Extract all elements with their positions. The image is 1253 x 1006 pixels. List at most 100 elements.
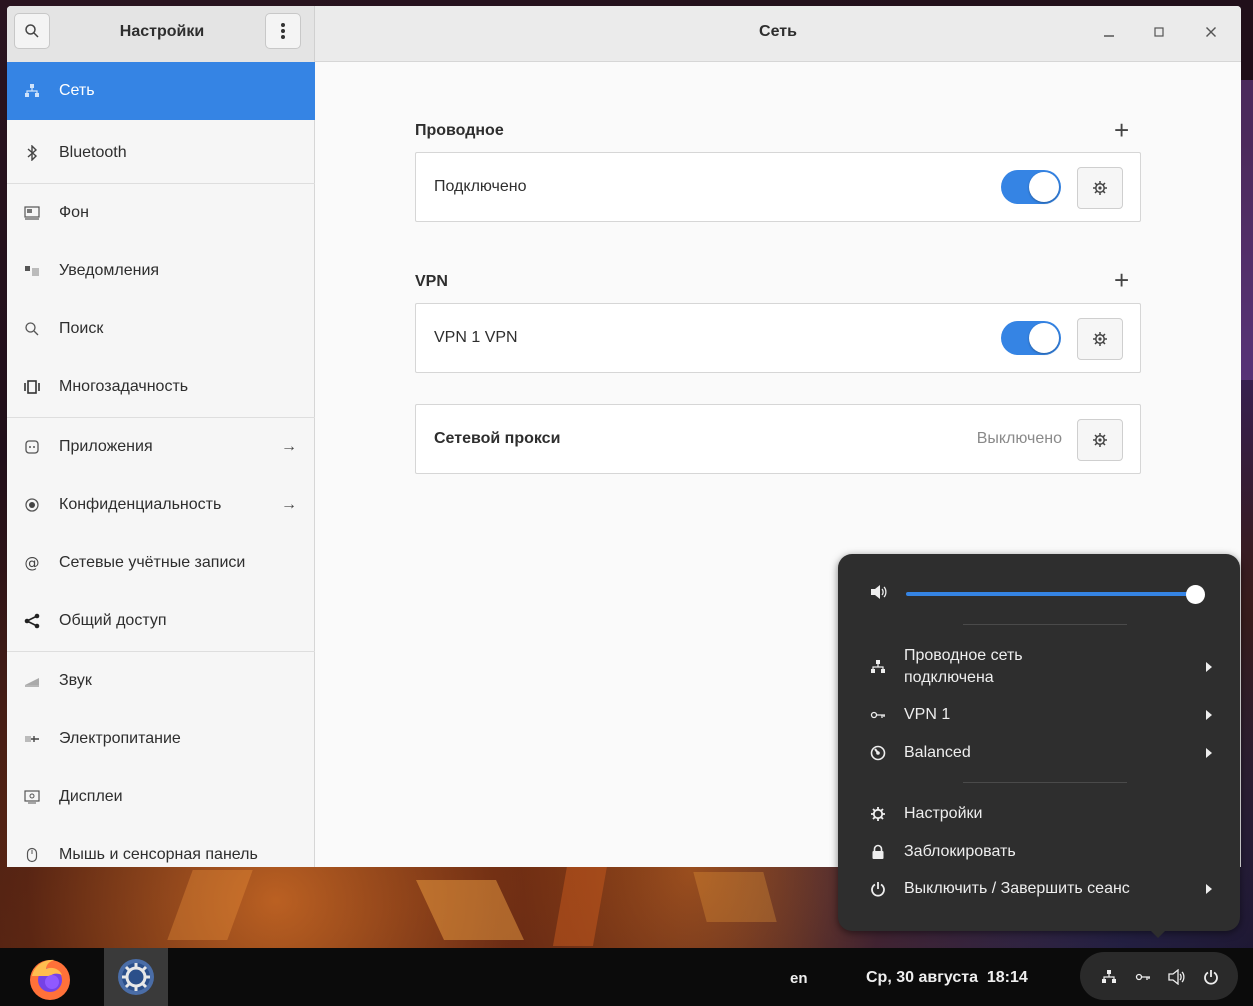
sidebar-item-power[interactable]: Электропитание (7, 710, 315, 768)
wired-settings-button[interactable] (1077, 167, 1123, 209)
sidebar-item-label: Электропитание (59, 730, 181, 747)
sidebar-item-label: Сетевые учётные записи (59, 554, 246, 571)
vpn-tray-icon (1132, 966, 1154, 988)
sidebar-item-sharing[interactable]: Общий доступ (7, 592, 315, 650)
sidebar-item-notifications[interactable]: Уведомления (7, 242, 315, 300)
sidebar-item-displays[interactable]: Дисплеи (7, 768, 315, 826)
header-bar: Настройки Сеть (7, 6, 1241, 62)
network-icon (21, 83, 43, 99)
lock-menu-label: Заблокировать (904, 843, 1016, 860)
sidebar-item-label: Мышь и сенсорная панель (59, 846, 258, 863)
online-accounts-icon: @ (21, 555, 43, 571)
settings-menu-item[interactable]: Настройки (868, 803, 1212, 825)
privacy-icon (21, 497, 43, 513)
sidebar-item-background[interactable]: Фон (7, 184, 315, 242)
sidebar-item-label: Поиск (59, 320, 104, 337)
power-off-menu-label: Выключить / Завершить сеанс (904, 880, 1130, 897)
wired-toggle[interactable] (1001, 170, 1061, 204)
wired-network-icon (868, 659, 888, 675)
apps-icon (21, 439, 43, 455)
firefox-icon[interactable] (27, 956, 73, 1002)
sidebar-item-bluetooth[interactable]: Bluetooth (7, 124, 315, 182)
sidebar-item-label: Приложения (59, 438, 153, 455)
add-wired-button[interactable]: + (1114, 117, 1129, 143)
add-vpn-button[interactable]: + (1114, 267, 1129, 293)
search-button[interactable] (14, 13, 50, 49)
power-tray-icon (1200, 966, 1222, 988)
settings-app-icon[interactable] (104, 948, 168, 1006)
displays-icon (21, 790, 43, 804)
network-tray-icon (1098, 966, 1120, 988)
arrow-right-icon: → (281, 438, 297, 455)
gear-icon (1093, 433, 1107, 447)
arrow-right-icon: → (281, 496, 297, 513)
menu-separator (963, 782, 1127, 783)
clock[interactable]: Ср, 30 августа 18:14 (866, 969, 1028, 987)
wired-network-menu-item[interactable]: Проводное сеть подключена (868, 644, 1212, 690)
lock-icon (868, 844, 888, 860)
proxy-status: Выключено (976, 430, 1062, 447)
sidebar-item-network[interactable]: Сеть (7, 62, 315, 120)
search-icon (25, 24, 39, 38)
sidebar: Сеть Bluetooth Фон Уведомления Поиск Мно… (7, 62, 315, 867)
sidebar-item-privacy[interactable]: Конфиденциальность → (7, 476, 315, 534)
menu-separator (963, 624, 1127, 625)
vpn-toggle[interactable] (1001, 321, 1061, 355)
lock-menu-item[interactable]: Заблокировать (868, 841, 1212, 863)
vpn-settings-button[interactable] (1077, 318, 1123, 360)
sidebar-title: Настройки (119, 23, 205, 40)
power-profile-icon (868, 745, 888, 761)
background-icon (21, 206, 43, 220)
maximize-button[interactable] (1147, 20, 1171, 44)
sidebar-item-search[interactable]: Поиск (7, 300, 315, 358)
sidebar-item-label: Bluetooth (59, 144, 127, 161)
proxy-label: Сетевой прокси (434, 430, 561, 447)
system-menu-popover: Проводное сеть подключена VPN 1 Balanced… (838, 554, 1240, 931)
svg-text:@: @ (25, 555, 40, 571)
close-button[interactable] (1199, 20, 1223, 44)
sidebar-item-label: Дисплеи (59, 788, 123, 805)
maximize-icon (1154, 27, 1164, 37)
wired-connection-row: Подключено (415, 152, 1141, 222)
sharing-icon (21, 613, 43, 629)
volume-slider[interactable] (906, 592, 1196, 596)
gear-icon (1093, 332, 1107, 346)
volume-tray-icon (1166, 966, 1188, 988)
vpn-connection-row: VPN 1 VPN (415, 303, 1141, 373)
proxy-settings-button[interactable] (1077, 419, 1123, 461)
submenu-arrow-icon (1206, 884, 1212, 894)
sidebar-item-mouse[interactable]: Мышь и сенсорная панель (7, 826, 315, 867)
wired-status-label: Подключено (434, 178, 527, 195)
sidebar-item-sound[interactable]: Звук (7, 652, 315, 710)
sidebar-item-online-accounts[interactable]: @ Сетевые учётные записи (7, 534, 315, 592)
submenu-arrow-icon (1206, 710, 1212, 720)
notifications-icon (21, 264, 43, 278)
settings-menu-label: Настройки (904, 805, 983, 822)
search-icon (21, 321, 43, 337)
toggle-knob (1029, 172, 1059, 202)
sound-icon (21, 675, 43, 687)
sidebar-item-label: Звук (59, 672, 92, 689)
minimize-button[interactable] (1097, 20, 1121, 44)
system-tray[interactable] (1080, 952, 1238, 1000)
power-profile-menu-item[interactable]: Balanced (868, 742, 1212, 764)
sidebar-item-label: Общий доступ (59, 612, 167, 629)
sidebar-item-apps[interactable]: Приложения → (7, 418, 315, 476)
volume-slider-handle[interactable] (1186, 585, 1205, 604)
toggle-knob (1029, 323, 1059, 353)
sidebar-item-label: Сеть (59, 82, 95, 99)
main-menu-button[interactable] (265, 13, 301, 49)
power-icon (21, 733, 43, 745)
sidebar-item-label: Конфиденциальность (59, 496, 222, 513)
wired-menu-label: Проводное сеть (904, 647, 1023, 664)
vpn-menu-item[interactable]: VPN 1 (868, 704, 1212, 726)
popover-pointer (1148, 928, 1168, 938)
proxy-row[interactable]: Сетевой прокси Выключено (415, 404, 1141, 474)
vpn-icon (868, 711, 888, 719)
sidebar-header: Настройки (7, 6, 315, 62)
taskbar: en Ср, 30 августа 18:14 (0, 948, 1253, 1006)
keyboard-layout-indicator[interactable]: en (790, 970, 808, 987)
vpn-menu-label: VPN 1 (904, 706, 951, 723)
power-off-menu-item[interactable]: Выключить / Завершить сеанс (868, 878, 1212, 900)
sidebar-item-multitasking[interactable]: Многозадачность (7, 358, 315, 416)
